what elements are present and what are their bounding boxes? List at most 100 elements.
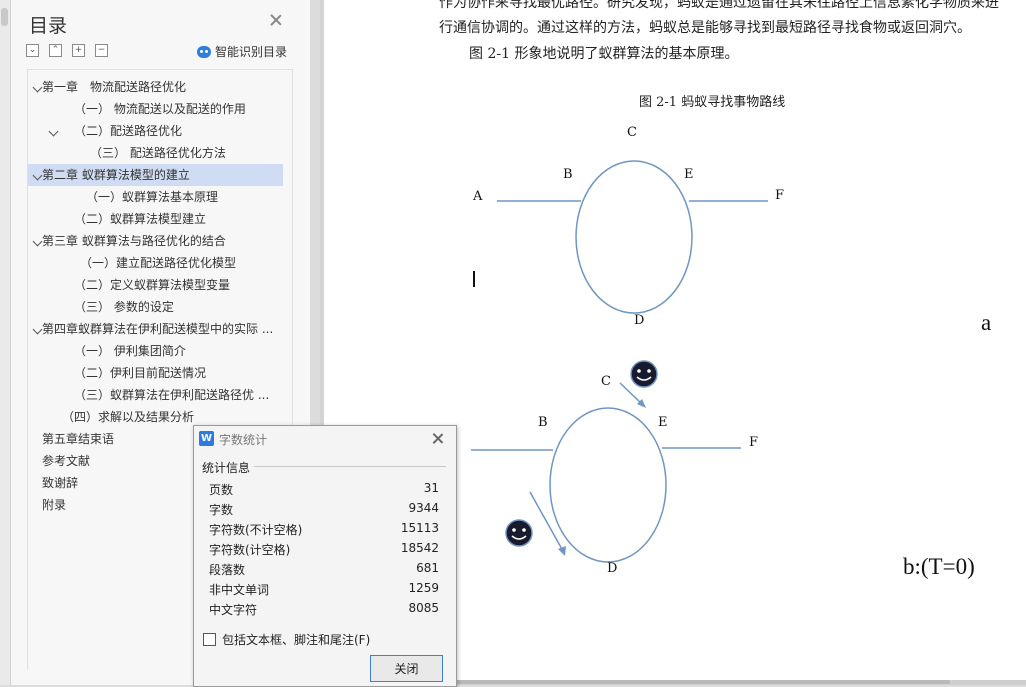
smart-recognize-label: 智能识别目录: [215, 45, 288, 59]
toc-item[interactable]: （三）蚁群算法在伊利配送路径优 ...: [28, 384, 292, 406]
left-scroll-thumb[interactable]: [1, 8, 8, 26]
toc-item[interactable]: 第二章 蚁群算法模型的建立: [28, 164, 283, 186]
chevron-down-icon[interactable]: [32, 170, 43, 181]
node-label-c: C: [627, 125, 637, 140]
stat-value: 681: [416, 561, 439, 575]
node-label-f2: F: [749, 435, 759, 450]
add-icon[interactable]: +: [72, 44, 85, 57]
remove-icon[interactable]: −: [95, 44, 108, 57]
checkbox-box[interactable]: [203, 633, 216, 646]
toc-item-label: （三） 参数的设定: [74, 300, 174, 314]
ant-arrow-bottom: [529, 491, 564, 552]
text-cursor: [473, 271, 475, 287]
stat-row: 字符数(计空格) 18542: [209, 541, 439, 561]
chevron-down-icon[interactable]: [32, 324, 43, 335]
toc-item-label: 致谢辞: [42, 476, 79, 490]
toc-item-label: 第二章 蚁群算法模型的建立: [42, 168, 190, 182]
node-label-c2: C: [601, 374, 611, 389]
stat-value: 8085: [408, 601, 439, 615]
toc-item[interactable]: （一） 物流配送以及配送的作用: [28, 98, 292, 120]
toc-item[interactable]: （一）建立配送路径优化模型: [28, 252, 292, 274]
smiley-ant-icon: [630, 360, 658, 388]
toc-item-label: （二）配送路径优化: [74, 124, 183, 138]
stat-label: 段落数: [209, 563, 246, 577]
path-ellipse-a: [575, 160, 693, 314]
toc-item[interactable]: （二）蚁群算法模型建立: [28, 208, 292, 230]
node-label-e2: E: [658, 415, 668, 430]
toc-item-label: （一） 物流配送以及配送的作用: [74, 102, 246, 116]
left-scroll-strip[interactable]: [0, 0, 11, 685]
toc-item-label: （二）蚁群算法模型建立: [74, 212, 207, 226]
path-ellipse-b: [549, 407, 667, 563]
toc-item[interactable]: 第一章 物流配送路径优化: [28, 76, 292, 98]
stat-row: 字符数(不计空格) 15113: [209, 521, 439, 541]
toc-item-label: （二）定义蚁群算法模型变量: [74, 278, 231, 292]
toc-item[interactable]: （一）蚁群算法基本原理: [28, 186, 292, 208]
chevron-down-icon[interactable]: [32, 236, 43, 247]
stats-group-label: 统计信息: [202, 461, 251, 475]
node-label-f: F: [775, 188, 785, 203]
node-label-a: A: [473, 189, 483, 204]
node-label-b: B: [563, 167, 573, 182]
toc-item[interactable]: （三） 参数的设定: [28, 296, 292, 318]
diagram-a: [497, 160, 768, 314]
checkbox-label: 包括文本框、脚注和尾注(F): [222, 633, 371, 647]
node-label-e: E: [684, 167, 694, 182]
stat-value: 9344: [408, 501, 439, 515]
dialog-close-icon[interactable]: [432, 432, 444, 444]
toc-item-label: （三）蚁群算法在伊利配送路径优 ...: [74, 388, 270, 402]
toc-item-label: （一）建立配送路径优化模型: [80, 256, 237, 270]
word-count-dialog: W 字数统计 统计信息 页数 31 字数 9344 字符数(不计空格) 15113 字符数(…: [193, 425, 457, 687]
robot-icon: [197, 45, 211, 58]
collapse-all-icon[interactable]: ⌄: [26, 44, 39, 57]
toc-item-label: （三） 配送路径优化方法: [90, 146, 226, 160]
toc-item[interactable]: 第四章蚁群算法在伊利配送模型中的实际 ...: [28, 318, 292, 340]
stat-label: 字数: [209, 503, 234, 517]
stat-value: 1259: [408, 581, 439, 595]
horizontal-scroll-thumb[interactable]: [450, 680, 950, 684]
include-textbox-checkbox[interactable]: 包括文本框、脚注和尾注(F): [203, 631, 370, 648]
stat-label: 字符数(不计空格): [209, 523, 303, 537]
stat-value: 18542: [400, 541, 439, 555]
toc-item[interactable]: （二）配送路径优化: [28, 120, 292, 142]
stats-group-divider: [254, 466, 446, 467]
node-label-b2: B: [538, 415, 548, 430]
toc-close-icon[interactable]: [269, 13, 283, 27]
stat-value: 15113: [400, 521, 439, 535]
smart-recognize-toc-button[interactable]: 智能识别目录: [197, 43, 287, 60]
dialog-title-bar[interactable]: W 字数统计: [194, 426, 456, 451]
ant-arrow-bottom-head: [558, 546, 566, 556]
toc-item[interactable]: （二）定义蚁群算法模型变量: [28, 274, 292, 296]
stat-label: 页数: [209, 483, 234, 497]
toc-item-label: 第三章 蚁群算法与路径优化的结合: [42, 234, 226, 248]
dialog-title: 字数统计: [219, 433, 268, 447]
toc-item-label: 第一章 物流配送路径优化: [42, 80, 187, 94]
chevron-down-icon[interactable]: [48, 126, 59, 137]
diagram-tag-b: b:(T=0): [903, 554, 975, 579]
toc-item-label: （一）蚁群算法基本原理: [86, 190, 219, 204]
toc-item[interactable]: （二）伊利目前配送情况: [28, 362, 292, 384]
stat-row: 非中文单词 1259: [209, 581, 439, 601]
diagram-b: [471, 360, 741, 563]
chevron-down-icon[interactable]: [32, 82, 43, 93]
stat-value: 31: [423, 481, 439, 495]
toc-item[interactable]: 第三章 蚁群算法与路径优化的结合: [28, 230, 292, 252]
diagram-tag-a: a: [981, 310, 992, 335]
close-button[interactable]: 关闭: [370, 655, 443, 682]
toc-item-label: 参考文献: [42, 454, 91, 468]
toc-item-label: 附录: [42, 498, 67, 512]
node-label-d2: D: [607, 561, 618, 576]
toc-item-label: 第四章蚁群算法在伊利配送模型中的实际 ...: [42, 322, 274, 336]
stat-row: 中文字符 8085: [209, 601, 439, 621]
stat-label: 中文字符: [209, 603, 258, 617]
toc-item-label: （二）伊利目前配送情况: [74, 366, 207, 380]
smiley-ant-icon: [505, 519, 533, 547]
toc-item[interactable]: （一） 伊利集团简介: [28, 340, 292, 362]
toc-title: 目录: [29, 15, 68, 37]
stat-row: 字数 9344: [209, 501, 439, 521]
toc-item[interactable]: （三） 配送路径优化方法: [28, 142, 292, 164]
stat-row: 页数 31: [209, 481, 439, 501]
expand-all-icon[interactable]: ⌃: [49, 44, 62, 57]
toc-item-label: （一） 伊利集团简介: [74, 344, 186, 358]
toc-item-label: 第五章结束语: [42, 432, 115, 446]
